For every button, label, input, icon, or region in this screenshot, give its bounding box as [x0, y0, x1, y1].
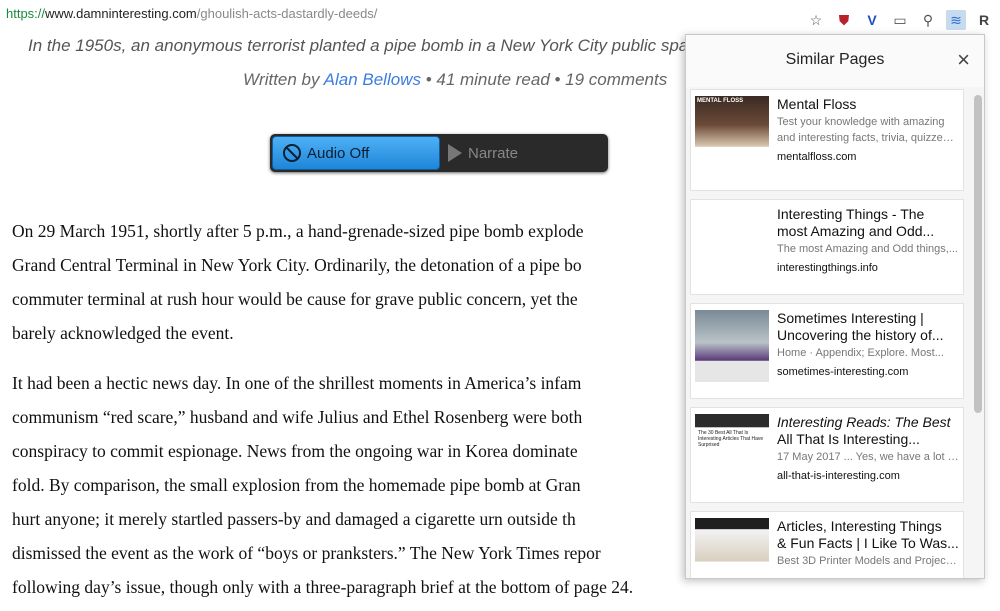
byline: Written by Alan Bellows • 41 minute read…	[243, 70, 667, 90]
paragraph-2: It had been a hectic news day. In one of…	[12, 366, 700, 604]
article-content: In the 1950s, an anonymous terrorist pla…	[0, 30, 700, 611]
card-thumbnail	[695, 310, 769, 382]
popup-title: Similar Pages	[785, 51, 885, 68]
similar-page-card[interactable]: Articles, Interesting Things & Fun Facts…	[690, 511, 964, 578]
card-title: Interesting Things - The	[777, 206, 925, 222]
paragraph-line: communism “red scare,” husband and wife …	[12, 407, 583, 427]
narrate-label: Narrate	[468, 144, 519, 162]
card-description: The most Amazing and Odd things,...	[777, 243, 958, 255]
close-icon[interactable]: ×	[957, 49, 970, 71]
card-title-line-2: All That Is Interesting...	[777, 431, 920, 447]
audio-off-button[interactable]: Audio Off	[272, 136, 440, 170]
byline-meta: • 41 minute read • 19 comments	[425, 70, 668, 89]
similar-page-card[interactable]: Sometimes Interesting | Uncovering the h…	[690, 303, 964, 399]
paragraph-line: fold. By comparison, the small explosion…	[12, 475, 581, 495]
card-domain: interestingthings.info	[777, 262, 878, 274]
url-path: /ghoulish-acts-dastardly-deeds/	[196, 6, 378, 21]
cast-icon[interactable]: ▭	[890, 10, 910, 30]
audio-off-label: Audio Off	[307, 144, 370, 162]
url-text[interactable]: https://www.damninteresting.com/ghoulish…	[6, 6, 377, 21]
paragraph-1: On 29 March 1951, shortly after 5 p.m., …	[12, 214, 700, 350]
article-lede: In the 1950s, an anonymous terrorist pla…	[28, 36, 700, 55]
similar-pages-icon[interactable]: ≋	[946, 10, 966, 30]
byline-prefix: Written by	[243, 70, 320, 89]
card-description: 17 May 2017 ... Yes, we have a lot of...	[777, 451, 959, 463]
r-extension-icon[interactable]: R	[974, 10, 994, 30]
card-domain: mentalfloss.com	[777, 151, 857, 163]
card-title: Articles, Interesting Things	[777, 518, 942, 534]
card-thumbnail: The 30 Best All That Is Interesting Arti…	[695, 414, 769, 486]
card-title: Mental Floss	[777, 96, 857, 112]
similar-page-card[interactable]: MENTAL FLOSS Mental Floss Test your know…	[690, 89, 964, 191]
paragraph-line: hurt anyone; it merely startled passers-…	[12, 509, 576, 529]
card-domain: all-that-is-interesting.com	[777, 470, 900, 482]
play-icon	[448, 144, 462, 162]
narrate-button[interactable]: Narrate	[442, 136, 606, 170]
audio-player: Audio Off Narrate	[270, 134, 608, 172]
card-title: Interesting Reads: The Best	[777, 414, 951, 430]
paragraph-line: commuter terminal at rush hour would be …	[12, 289, 578, 309]
card-title: Sometimes Interesting |	[777, 310, 924, 326]
toolbar-icons: ☆ ⛊ V ▭ ⚲ ≋ R	[806, 6, 1000, 34]
popup-scrollbar[interactable]	[974, 95, 982, 413]
paragraph-line: On 29 March 1951, shortly after 5 p.m., …	[12, 221, 584, 241]
address-bar[interactable]: https://www.damninteresting.com/ghoulish…	[0, 0, 1000, 30]
url-host: www.damninteresting.com	[45, 6, 197, 21]
ban-icon	[283, 144, 301, 162]
thumbnail-label: The 30 Best All That Is Interesting Arti…	[698, 430, 764, 448]
card-thumbnail	[695, 206, 769, 278]
popup-header: Similar Pages ×	[686, 35, 984, 87]
shield-extension-icon[interactable]: ⛊	[834, 10, 854, 30]
thumbnail-label: MENTAL FLOSS	[697, 98, 744, 104]
card-title-line-2: Uncovering the history of...	[777, 327, 944, 343]
author-link[interactable]: Alan Bellows	[324, 70, 421, 89]
card-description: and interesting facts, trivia, quizzes,.…	[777, 132, 959, 144]
card-thumbnail: MENTAL FLOSS	[695, 96, 769, 168]
card-thumbnail	[695, 518, 769, 578]
paragraph-line: barely acknowledged the event.	[12, 323, 234, 343]
card-description: Test your knowledge with amazing	[777, 116, 945, 128]
similar-pages-popup: Similar Pages × MENTAL FLOSS Mental Flos…	[685, 34, 985, 579]
paragraph-line: It had been a hectic news day. In one of…	[12, 373, 582, 393]
similar-page-card[interactable]: Interesting Things - The most Amazing an…	[690, 199, 964, 295]
card-domain: sometimes-interesting.com	[777, 366, 909, 378]
url-scheme: https://	[6, 6, 46, 21]
similar-page-card[interactable]: The 30 Best All That Is Interesting Arti…	[690, 407, 964, 503]
card-title-line-2: & Fun Facts | I Like To Was...	[777, 535, 959, 551]
card-description: Home · Appendix; Explore. Most...	[777, 347, 944, 359]
paragraph-line: following day’s issue, though only with …	[12, 577, 634, 597]
vivaldi-icon[interactable]: V	[862, 10, 882, 30]
star-icon[interactable]: ☆	[806, 10, 826, 30]
card-description: Best 3D Printer Models and Projects...	[777, 555, 959, 567]
card-title-line-2: most Amazing and Odd...	[777, 223, 935, 239]
paragraph-line: Grand Central Terminal in New York City.…	[12, 255, 582, 275]
paragraph-line: dismissed the event as the work of “boys…	[12, 543, 601, 563]
paragraph-line: conspiracy to commit espionage. News fro…	[12, 441, 578, 461]
pin-icon[interactable]: ⚲	[918, 10, 938, 30]
